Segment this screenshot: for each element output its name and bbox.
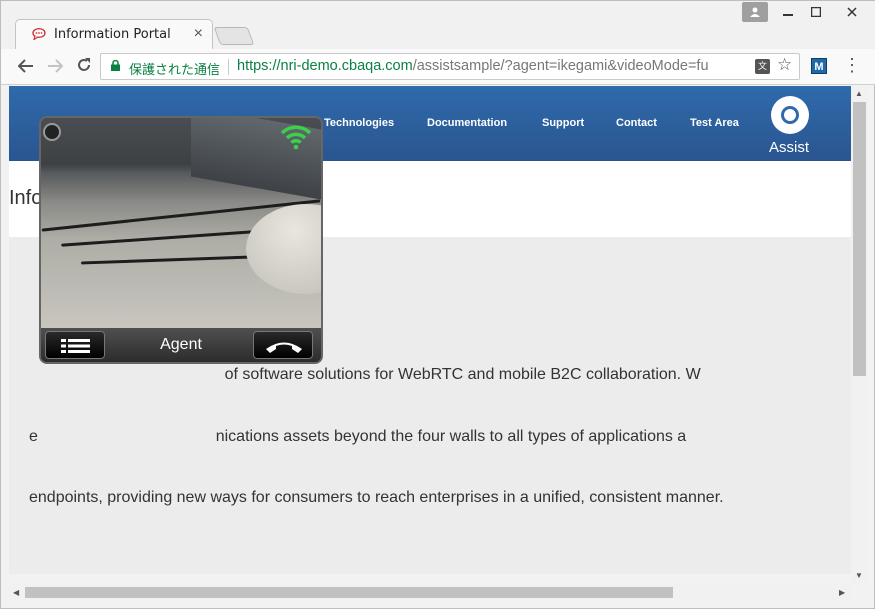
- scroll-down-arrow-icon[interactable]: ▼: [855, 571, 863, 580]
- url-scheme: https://: [237, 58, 281, 74]
- window-close-icon[interactable]: [830, 1, 874, 23]
- minimize-icon[interactable]: [773, 1, 803, 23]
- browser-menu-icon[interactable]: ⋮: [843, 55, 861, 76]
- address-bar[interactable]: 保護された通信 https://nri-demo.cbaqa.com/assis…: [100, 53, 800, 80]
- tab-title: Information Portal: [54, 27, 171, 42]
- tab-strip: Information Portal ×: [1, 1, 875, 49]
- maximize-icon[interactable]: [801, 1, 831, 23]
- vertical-scroll-thumb[interactable]: [853, 102, 866, 376]
- page-title: Info: [9, 187, 43, 209]
- video-puck-shape: [246, 204, 321, 294]
- lifebuoy-icon[interactable]: [771, 96, 809, 134]
- tab-information-portal[interactable]: Information Portal ×: [15, 19, 213, 49]
- url-path: /assistsample/?agent=ikegami&videoMode=f…: [412, 58, 709, 74]
- nav-test-area[interactable]: Test Area: [690, 117, 739, 129]
- translate-icon[interactable]: 文: [755, 59, 770, 74]
- scroll-right-arrow-icon[interactable]: ▶: [839, 588, 845, 597]
- nav-documentation[interactable]: Documentation: [427, 117, 507, 129]
- chat-bubble-icon: [32, 28, 46, 40]
- nav-contact[interactable]: Contact: [616, 117, 657, 129]
- wifi-signal-icon: [280, 125, 312, 150]
- intro-line-3: endpoints, providing new ways for consum…: [29, 489, 724, 506]
- horizontal-scrollbar[interactable]: ◀ ▶: [9, 584, 851, 601]
- forward-arrow-icon[interactable]: [43, 56, 67, 78]
- bookmark-star-icon[interactable]: ☆: [777, 55, 792, 75]
- agent-video-panel[interactable]: Agent: [39, 116, 323, 364]
- agent-video-feed: [41, 118, 321, 328]
- back-arrow-icon[interactable]: [14, 56, 38, 78]
- browser-window: Information Portal × 保護された通信 https://nri…: [0, 0, 875, 609]
- url-text[interactable]: https://nri-demo.cbaqa.com/assistsample/…: [237, 58, 749, 74]
- video-control-bar: Agent: [41, 328, 321, 362]
- video-knob-shape: [43, 123, 61, 141]
- tab-close-icon[interactable]: ×: [194, 25, 203, 43]
- extension-icon[interactable]: M: [811, 58, 827, 74]
- scroll-left-arrow-icon[interactable]: ◀: [13, 588, 19, 597]
- intro-line-2: e nications assets beyond the four walls…: [29, 427, 687, 445]
- url-host: nri-demo.cbaqa.com: [280, 58, 413, 74]
- new-tab-button[interactable]: [213, 27, 255, 45]
- intro-line-1: of software solutions for WebRTC and mob…: [29, 366, 701, 383]
- lock-icon: [111, 60, 120, 71]
- user-profile-icon[interactable]: [742, 2, 768, 22]
- vertical-scrollbar[interactable]: ▲ ▼: [851, 86, 868, 584]
- browser-toolbar: 保護された通信 https://nri-demo.cbaqa.com/assis…: [1, 49, 875, 85]
- scroll-up-arrow-icon[interactable]: ▲: [855, 89, 863, 98]
- omnibox-divider: [228, 59, 229, 75]
- nav-technologies[interactable]: Technologies: [324, 117, 394, 129]
- nav-support[interactable]: Support: [542, 117, 584, 129]
- reload-icon[interactable]: [72, 56, 96, 78]
- phone-hangup-icon: [266, 342, 302, 353]
- horizontal-scroll-thumb[interactable]: [25, 587, 673, 598]
- secure-connection-label[interactable]: 保護された通信: [129, 59, 220, 78]
- assist-label[interactable]: Assist: [769, 139, 809, 156]
- hang-up-button[interactable]: [253, 331, 313, 359]
